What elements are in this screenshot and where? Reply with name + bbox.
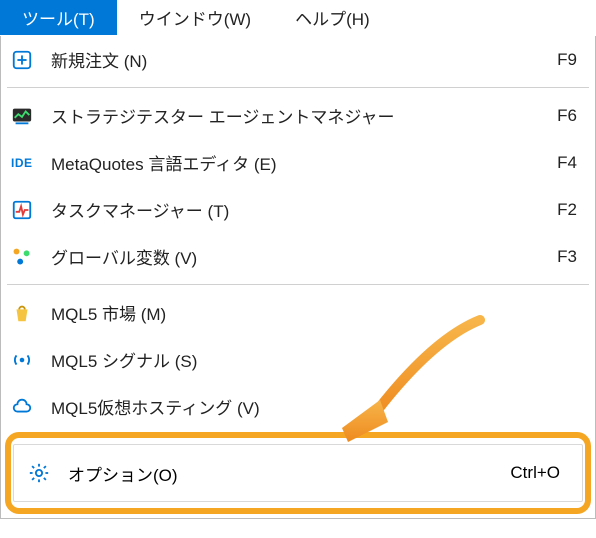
options-highlight-area: オプション(O) Ctrl+O: [1, 430, 595, 518]
menu-item-strategy-tester[interactable]: ストラテジテスター エージェントマネジャー F6: [1, 92, 595, 139]
menu-item-mql5-market[interactable]: MQL5 市場 (M): [1, 289, 595, 336]
signals-icon: [11, 349, 51, 371]
menu-item-shortcut: F4: [557, 153, 577, 173]
menu-item-mql5-signals[interactable]: MQL5 シグナル (S): [1, 336, 595, 383]
menu-item-shortcut: F6: [557, 106, 577, 126]
menu-item-label: タスクマネージャー (T): [51, 197, 557, 222]
global-variables-icon: [11, 246, 51, 268]
menu-item-task-manager[interactable]: タスクマネージャー (T) F2: [1, 186, 595, 233]
menu-item-mql5-hosting[interactable]: MQL5仮想ホスティング (V): [1, 383, 595, 430]
new-order-icon: [11, 49, 51, 71]
menu-item-label: MQL5 市場 (M): [51, 300, 577, 325]
menu-tools[interactable]: ツール(T): [0, 0, 117, 35]
menu-item-label: MQL5仮想ホスティング (V): [51, 394, 577, 419]
menu-item-label: ストラテジテスター エージェントマネジャー: [51, 103, 557, 128]
menu-item-shortcut: Ctrl+O: [510, 463, 560, 483]
task-manager-icon: [11, 199, 51, 221]
menu-item-shortcut: F9: [557, 50, 577, 70]
menu-item-label: 新規注文 (N): [51, 47, 557, 72]
menubar: ツール(T) ウインドウ(W) ヘルプ(H): [0, 0, 596, 36]
menu-item-new-order[interactable]: 新規注文 (N) F9: [1, 36, 595, 83]
menu-item-label: MetaQuotes 言語エディタ (E): [51, 150, 557, 175]
menu-item-shortcut: F3: [557, 247, 577, 267]
menu-item-label: グローバル変数 (V): [51, 244, 557, 269]
strategy-tester-icon: [11, 105, 51, 127]
ide-icon: IDE: [11, 156, 51, 170]
cloud-icon: [11, 396, 51, 418]
menu-item-shortcut: F2: [557, 200, 577, 220]
separator: [7, 284, 589, 285]
menu-item-global-variables[interactable]: グローバル変数 (V) F3: [1, 233, 595, 280]
menu-window[interactable]: ウインドウ(W): [117, 0, 273, 35]
menu-help[interactable]: ヘルプ(H): [273, 0, 392, 35]
separator: [7, 87, 589, 88]
menu-item-label: MQL5 シグナル (S): [51, 347, 577, 372]
menu-item-label: オプション(O): [68, 461, 510, 486]
menu-item-metaquotes-editor[interactable]: IDE MetaQuotes 言語エディタ (E) F4: [1, 139, 595, 186]
gear-icon: [28, 462, 68, 484]
market-icon: [11, 302, 51, 324]
menu-item-options[interactable]: オプション(O) Ctrl+O: [13, 444, 583, 502]
tools-dropdown: 新規注文 (N) F9 ストラテジテスター エージェントマネジャー F6 IDE…: [0, 36, 596, 519]
